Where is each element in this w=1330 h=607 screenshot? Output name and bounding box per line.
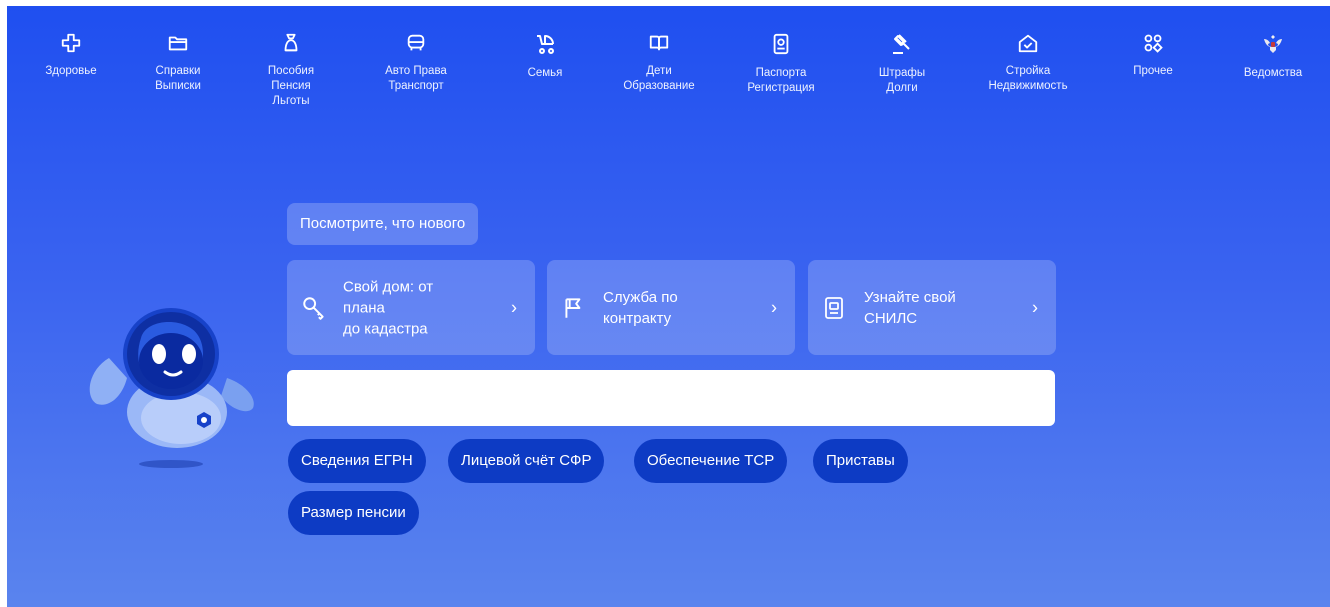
flag-icon bbox=[565, 297, 581, 318]
nav-item-real-estate[interactable]: Стройка Недвижимость bbox=[973, 32, 1083, 94]
nav-item-family[interactable]: Семья bbox=[490, 32, 600, 81]
nav-item-education[interactable]: Дети Образование bbox=[604, 32, 714, 94]
chevron-right-icon: › bbox=[511, 297, 517, 317]
promo-card-own-house[interactable]: Свой дом: от плана до кадастра › bbox=[287, 260, 535, 355]
nav-label: Дети Образование bbox=[623, 65, 695, 92]
search-input[interactable] bbox=[287, 370, 1055, 426]
nav-label: Авто Права Транспорт bbox=[385, 65, 447, 92]
promo-card-text: Узнайте свой СНИЛС bbox=[864, 288, 956, 327]
chip-bailiffs[interactable]: Приставы bbox=[813, 439, 908, 483]
grid-icon bbox=[1144, 34, 1163, 53]
promo-card-text: Служба по контракту bbox=[603, 288, 678, 327]
category-nav: Здоровье Справки Выписки Пособия Пенсия … bbox=[7, 6, 1330, 146]
nav-label: Ведомства bbox=[1243, 67, 1303, 79]
chip-sfr-account[interactable]: Лицевой счёт СФР bbox=[448, 439, 605, 483]
promo-card-contract-service[interactable]: Служба по контракту › bbox=[547, 260, 795, 355]
nav-item-passports[interactable]: Паспорта Регистрация bbox=[726, 32, 836, 96]
nav-item-auto[interactable]: Авто Права Транспорт bbox=[361, 32, 471, 94]
nav-label: Паспорта Регистрация bbox=[747, 67, 815, 94]
nav-label: Прочее bbox=[1133, 65, 1173, 77]
nav-item-health[interactable]: Здоровье bbox=[16, 32, 126, 79]
book-icon bbox=[649, 35, 669, 51]
nav-item-fines[interactable]: Штрафы Долги bbox=[847, 32, 957, 96]
gavel-icon bbox=[893, 34, 910, 54]
house-icon bbox=[1018, 34, 1038, 53]
nav-item-agencies[interactable]: Ведомства bbox=[1218, 32, 1328, 81]
nav-label: Стройка Недвижимость bbox=[988, 65, 1068, 92]
nav-item-certificates[interactable]: Справки Выписки bbox=[123, 32, 233, 94]
promo-card-text: Свой дом: от плана до кадастра bbox=[343, 278, 434, 337]
nav-label: Пособия Пенсия Льготы bbox=[267, 65, 315, 107]
health-cross-icon bbox=[61, 33, 81, 53]
chip-pension-size[interactable]: Размер пенсии bbox=[288, 491, 419, 535]
chevron-right-icon: › bbox=[771, 297, 777, 317]
passport-icon bbox=[773, 33, 789, 55]
key-icon bbox=[303, 296, 324, 320]
nav-label: Справки Выписки bbox=[155, 65, 201, 92]
id-card-icon bbox=[825, 296, 843, 319]
promo-card-snils[interactable]: Узнайте свой СНИЛС › bbox=[808, 260, 1056, 355]
nav-item-other[interactable]: Прочее bbox=[1098, 32, 1208, 79]
coat-of-arms-icon bbox=[1264, 35, 1282, 53]
benefits-bag-icon bbox=[284, 33, 298, 52]
nav-label: Семья bbox=[527, 67, 563, 79]
nav-label: Штрафы Долги bbox=[878, 67, 926, 94]
nav-label: Здоровье bbox=[45, 65, 97, 77]
folder-icon bbox=[168, 36, 188, 51]
chip-tsr[interactable]: Обеспечение ТСР bbox=[634, 439, 788, 483]
stroller-icon bbox=[537, 35, 554, 54]
whats-new-button[interactable]: Посмотрите, что нового bbox=[287, 203, 479, 245]
nav-item-benefits[interactable]: Пособия Пенсия Льготы bbox=[236, 32, 346, 109]
car-icon bbox=[407, 34, 425, 51]
robot-mascot bbox=[89, 308, 254, 468]
main-banner: Здоровье Справки Выписки Пособия Пенсия … bbox=[7, 6, 1330, 607]
chip-egrn[interactable]: Сведения ЕГРН bbox=[288, 439, 426, 483]
chevron-right-icon: › bbox=[1032, 297, 1038, 317]
